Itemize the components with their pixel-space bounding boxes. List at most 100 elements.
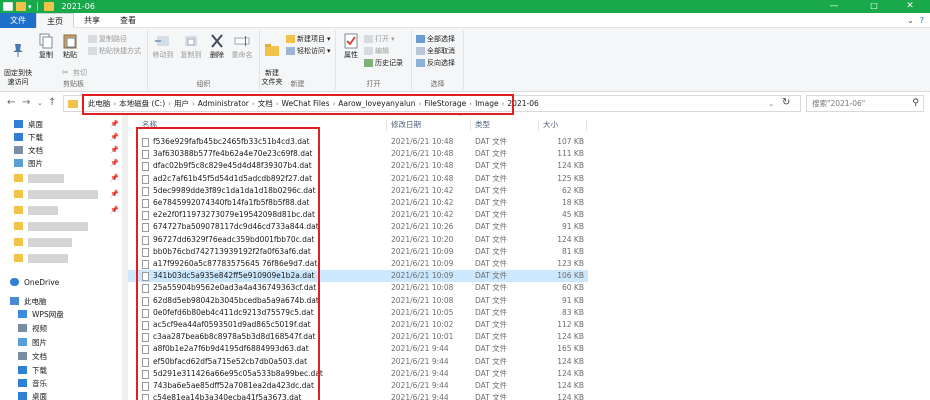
tab-file[interactable]: 文件	[0, 13, 36, 28]
pin-icon[interactable]: 📌	[110, 120, 119, 128]
properties-button[interactable]: 属性	[340, 33, 362, 60]
file-row[interactable]: c54e81ea14b3a340ecba41f5a3673.dat 2021/6/…	[128, 392, 588, 400]
nav-item-pictures[interactable]: 图片	[18, 336, 47, 348]
file-row[interactable]: 6e7845992074340fb14fa1fb5f8b5f88.dat 2021…	[128, 197, 588, 209]
column-header-type[interactable]: 类型	[475, 118, 490, 132]
pin-icon[interactable]: 📌	[110, 206, 119, 214]
tab-view[interactable]: 查看	[110, 13, 146, 28]
easy-access-button[interactable]: 轻松访问 ▾	[286, 46, 331, 56]
minimize-button[interactable]: —	[814, 0, 854, 13]
column-divider[interactable]	[386, 119, 387, 131]
file-row[interactable]: ef50bfacd62df5a715e52cb7db0a503.dat 2021/…	[128, 356, 588, 368]
column-divider[interactable]	[470, 119, 471, 131]
breadcrumb-this-pc[interactable]: 此电脑	[85, 98, 114, 109]
paste-button[interactable]: 粘贴	[59, 33, 81, 60]
breadcrumb-filestorage[interactable]: FileStorage	[421, 99, 469, 108]
file-row[interactable]: a17f99260a5c87783575645 76f86e9d7.dat 202…	[128, 258, 588, 270]
chevron-down-icon[interactable]: ⌄	[907, 13, 914, 28]
file-row[interactable]: 743ba6e5ae85dff52a7081ea2da423dc.dat 2021…	[128, 380, 588, 392]
address-bar[interactable]: › 此电脑 › 本地磁盘 (C:) › 用户 › Administrator ›…	[63, 95, 801, 112]
cut-button[interactable]: ✂ 剪切	[62, 68, 87, 78]
file-row[interactable]: 341b03dc5a935e842ff5e910909e1b2a.dat 2021…	[128, 270, 588, 283]
refresh-icon[interactable]: ↻	[782, 97, 790, 108]
nav-item-redacted-folder[interactable]	[14, 188, 98, 200]
column-divider[interactable]	[586, 119, 587, 131]
breadcrumb-documents[interactable]: 文档	[255, 98, 276, 109]
nav-item-downloads[interactable]: 下载	[18, 364, 47, 376]
recent-locations-chevron-icon[interactable]: ⌄	[37, 99, 43, 107]
nav-item-documents[interactable]: 文档	[18, 350, 47, 362]
copy-button[interactable]: 复制	[35, 33, 57, 60]
file-row[interactable]: c3aa287bea6b8c8978a5b3d8d168547f.dat 2021…	[128, 331, 588, 343]
copy-path-button[interactable]: 复制路径	[88, 34, 127, 44]
address-history-chevron-icon[interactable]: ⌄	[768, 100, 774, 108]
file-row[interactable]: 3af630388b577fe4b62a4e70e23c69f8.dat 2021…	[128, 148, 588, 160]
edit-button[interactable]: 编辑	[364, 46, 389, 56]
tab-home[interactable]: 主页	[36, 13, 74, 28]
invert-selection-button[interactable]: 反向选择	[416, 58, 455, 68]
file-row[interactable]: 0e0fefd6b80eb4c411dc9213d75579c5.dat 2021…	[128, 307, 588, 319]
column-header-name[interactable]: 名称	[142, 118, 157, 132]
open-button[interactable]: 打开 ▾	[364, 34, 395, 44]
rename-button[interactable]: 重命名	[228, 33, 256, 60]
breadcrumb-image[interactable]: Image	[472, 99, 502, 108]
column-divider[interactable]	[538, 119, 539, 131]
quick-access-new-folder-icon[interactable]	[16, 2, 26, 11]
breadcrumb-users[interactable]: 用户	[171, 98, 192, 109]
history-button[interactable]: 历史记录	[364, 58, 403, 68]
breadcrumb-current-folder[interactable]: 2021-06	[504, 99, 541, 108]
column-header-date[interactable]: 修改日期	[391, 118, 421, 132]
breadcrumb-local-disk[interactable]: 本地磁盘 (C:)	[116, 98, 168, 109]
file-row[interactable]: 5dec9989dde3f89c1da1da1d18b0296c.dat 2021…	[128, 185, 588, 197]
file-row[interactable]: 62d8d5eb98042b3045bcedba5a9a674b.dat 2021…	[128, 295, 588, 307]
breadcrumb-administrator[interactable]: Administrator	[195, 99, 252, 108]
file-row[interactable]: ad2c7af61b45f5d54d1d5adcdb892f27.dat 2021…	[128, 173, 588, 185]
nav-item-downloads[interactable]: 下载	[14, 131, 43, 143]
file-row[interactable]: bb0b76cbd742713939192f2fa0f63af6.dat 2021…	[128, 246, 588, 258]
file-row[interactable]: 25a55904b9562e0ad3a4a436749363cf.dat 2021…	[128, 282, 588, 294]
nav-item-music[interactable]: 音乐	[18, 377, 47, 389]
copy-to-button[interactable]: 复制到	[178, 33, 204, 60]
file-row[interactable]: 674727ba509078117dc9d46cd733a844.dat 2021…	[128, 221, 588, 233]
up-arrow-icon[interactable]: ↑	[48, 97, 56, 108]
file-row[interactable]: 5d291e311426a66e95c05a533b8a99bec.dat 202…	[128, 368, 588, 380]
select-all-button[interactable]: 全部选择	[416, 34, 455, 44]
nav-item-desktop[interactable]: 桌面	[18, 390, 47, 400]
file-row[interactable]: a8f0b1e2a7f6b9d4195df6884993d63.dat 2021/…	[128, 343, 588, 355]
back-arrow-icon[interactable]: ←	[7, 97, 15, 108]
nav-item-videos[interactable]: 视频	[18, 322, 47, 334]
nav-item-redacted-folder[interactable]	[14, 252, 68, 264]
pin-icon[interactable]: 📌	[110, 133, 119, 141]
pin-icon[interactable]: 📌	[110, 146, 119, 154]
delete-button[interactable]: 删除	[206, 33, 228, 60]
nav-item-redacted-folder[interactable]	[14, 220, 88, 232]
quick-access-dropdown-icon[interactable]: ▾	[28, 3, 32, 11]
nav-item-pictures[interactable]: 图片	[14, 157, 43, 169]
search-input[interactable]: 搜索"2021-06" ⚲	[806, 95, 924, 112]
nav-item-wps-drive[interactable]: WPS网盘	[18, 308, 64, 320]
tab-share[interactable]: 共享	[74, 13, 110, 28]
nav-item-redacted-folder[interactable]	[14, 204, 58, 216]
select-none-button[interactable]: 全部取消	[416, 46, 455, 56]
file-row[interactable]: 96727dd6329f76eadc359bd001fbb70c.dat 2021…	[128, 234, 588, 246]
maximize-button[interactable]: □	[854, 0, 894, 13]
file-row[interactable]: dfac02b9f5c8c829e45d4d48f39307b4.dat 2021…	[128, 160, 588, 172]
file-row[interactable]: e2e2f0f11973273079e19542098d81bc.dat 2021…	[128, 209, 588, 221]
nav-item-this-pc[interactable]: 此电脑	[10, 295, 47, 307]
nav-item-redacted-folder[interactable]	[14, 236, 72, 248]
pin-icon[interactable]: 📌	[110, 159, 119, 167]
pin-icon[interactable]: 📌	[110, 190, 119, 198]
move-to-button[interactable]: 移动到	[150, 33, 176, 60]
nav-item-onedrive[interactable]: OneDrive	[10, 276, 59, 288]
column-header-size[interactable]: 大小	[543, 118, 558, 132]
forward-arrow-icon[interactable]: →	[22, 97, 30, 108]
breadcrumb-wechat-files[interactable]: WeChat Files	[279, 99, 333, 108]
help-icon[interactable]: ?	[920, 13, 924, 28]
new-item-button[interactable]: 新建项目 ▾	[286, 34, 331, 44]
close-button[interactable]: ✕	[890, 0, 930, 13]
pin-icon[interactable]: 📌	[110, 174, 119, 182]
file-row[interactable]: ac5cf9ea44af0593501d9ad865c5019f.dat 2021…	[128, 319, 588, 331]
paste-shortcut-button[interactable]: 粘贴快捷方式	[88, 46, 141, 56]
quick-access-properties-icon[interactable]	[3, 2, 13, 11]
search-icon[interactable]: ⚲	[912, 96, 919, 111]
